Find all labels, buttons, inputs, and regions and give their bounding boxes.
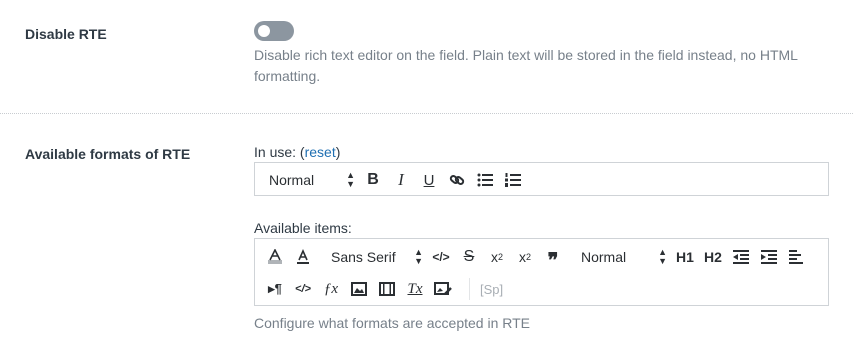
in-use-prefix: In use: ( <box>254 144 305 160</box>
background-color-icon[interactable] <box>261 245 289 269</box>
available-header-select-value: Normal <box>581 249 627 265</box>
blockquote-icon[interactable]: ❞ <box>539 245 567 272</box>
sp-placeholder[interactable]: [Sp] <box>480 277 503 301</box>
ordered-list-icon[interactable] <box>499 168 527 192</box>
available-toolbar-row-1: Sans Serif ▲ ▼ </> S x2 x2 ❞ Normal ▲ ▼ H1… <box>255 242 811 272</box>
toggle-knob <box>258 25 270 37</box>
select-caret-icon: ▲ ▼ <box>658 247 667 266</box>
align-icon[interactable] <box>783 245 811 269</box>
underline-icon[interactable]: U <box>415 168 443 192</box>
clear-formatting-icon[interactable]: Tx <box>401 277 429 301</box>
text-color-icon[interactable] <box>289 245 317 269</box>
reset-link[interactable]: reset <box>305 144 336 160</box>
select-caret-icon: ▲ ▼ <box>414 247 423 266</box>
available-toolbar: Sans Serif ▲ ▼ </> S x2 x2 ❞ Normal ▲ ▼ H1… <box>254 238 829 306</box>
in-use-toolbar-row: Normal ▲ ▼ B I U <box>255 165 527 195</box>
in-use-suffix: ) <box>335 144 341 160</box>
strikethrough-icon[interactable]: S <box>455 245 483 269</box>
formula-icon[interactable]: ƒx <box>317 277 345 301</box>
italic-icon[interactable]: I <box>387 168 415 192</box>
code-icon[interactable]: </> <box>427 245 455 269</box>
font-select-value: Sans Serif <box>331 249 396 265</box>
in-use-header-select-value: Normal <box>269 172 315 188</box>
heading-1-label: H1 <box>676 249 694 265</box>
indent-icon[interactable] <box>755 245 783 269</box>
in-use-label: In use: (reset) <box>254 144 340 160</box>
outdent-icon[interactable] <box>727 245 755 269</box>
disable-rte-label: Disable RTE <box>25 26 107 42</box>
in-use-toolbar: Normal ▲ ▼ B I U <box>254 162 829 196</box>
image-edit-icon[interactable] <box>429 277 457 301</box>
select-caret-icon: ▲ ▼ <box>346 170 355 189</box>
disable-rte-toggle[interactable] <box>254 21 294 41</box>
formats-help: Configure what formats are accepted in R… <box>254 315 530 331</box>
image-icon[interactable] <box>345 277 373 301</box>
heading-2-icon[interactable]: H2 <box>699 245 727 269</box>
bold-icon[interactable]: B <box>359 168 387 192</box>
font-select[interactable]: Sans Serif ▲ ▼ <box>317 245 427 269</box>
available-items-label: Available items: <box>254 220 352 236</box>
heading-2-label: H2 <box>704 249 722 265</box>
bullet-list-icon[interactable] <box>471 168 499 192</box>
available-toolbar-row-2: ▸¶ </> ƒx Tx [Sp] <box>255 274 503 304</box>
link-icon[interactable] <box>443 168 471 192</box>
code-block-icon[interactable]: </> <box>289 277 317 301</box>
video-icon[interactable] <box>373 277 401 301</box>
toolbar-separator <box>469 278 470 300</box>
available-header-select[interactable]: Normal ▲ ▼ <box>567 245 671 269</box>
section-divider <box>0 113 853 114</box>
formats-label: Available formats of RTE <box>25 146 191 162</box>
disable-rte-help: Disable rich text editor on the field. P… <box>254 47 798 84</box>
heading-1-icon[interactable]: H1 <box>671 245 699 269</box>
in-use-header-select[interactable]: Normal ▲ ▼ <box>255 168 359 192</box>
subscript-icon[interactable]: x2 <box>483 245 511 269</box>
text-direction-icon[interactable]: ▸¶ <box>261 277 289 301</box>
superscript-icon[interactable]: x2 <box>511 245 539 269</box>
